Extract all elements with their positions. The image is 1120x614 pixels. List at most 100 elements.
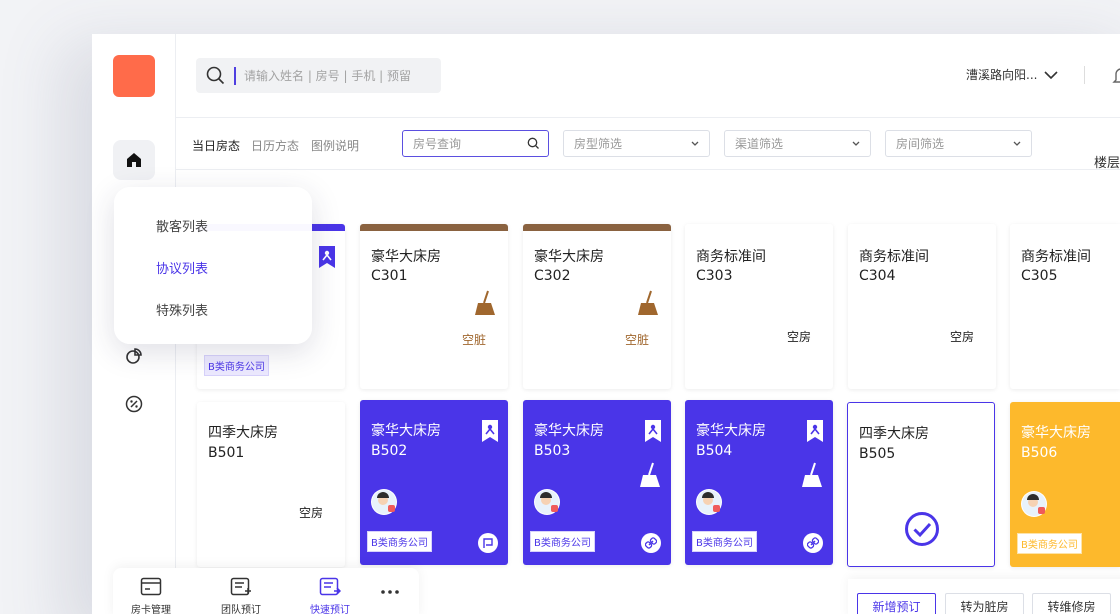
- room-type: 豪华大床房: [696, 423, 766, 439]
- bookmark-icon: [319, 246, 335, 272]
- room-number: C304: [859, 268, 896, 284]
- company-tag: B类商务公司: [367, 531, 432, 552]
- company-tag: B类商务公司: [1017, 533, 1082, 554]
- status-bar: [523, 224, 671, 231]
- room-label: 房间筛选: [896, 137, 945, 151]
- mark-maintenance-button[interactable]: 转维修房: [1032, 593, 1111, 614]
- menu-item-special-list[interactable]: 特殊列表: [156, 300, 208, 319]
- room-card-b506[interactable]: 豪华大床房 B506 B类商务公司: [1010, 402, 1120, 567]
- room-number: C302: [534, 268, 571, 284]
- room-card-b503[interactable]: 豪华大床房 B503 B类商务公司: [523, 400, 671, 565]
- room-select[interactable]: 房间筛选: [885, 130, 1032, 157]
- room-type: 豪华大床房: [534, 249, 604, 265]
- global-search[interactable]: [196, 58, 441, 93]
- room-type: 商务标准间: [1021, 249, 1091, 265]
- room-status: 空房: [786, 330, 811, 344]
- company-tag: B类商务公司: [530, 531, 595, 552]
- room-type-label: 房型筛选: [574, 137, 623, 151]
- room-card-c303[interactable]: 商务标准间 C303 空房: [685, 224, 833, 389]
- broom-icon: [637, 290, 659, 320]
- room-number: B501: [208, 445, 245, 461]
- chevron-down-icon: [852, 141, 860, 146]
- nav-label: 团队预订: [221, 605, 261, 614]
- status-bar: [360, 224, 508, 231]
- filter-bar: 当日房态 日历方态 图例说明 房号查询 房型筛选 渠道筛选 房间筛选: [176, 118, 1120, 170]
- more-icon[interactable]: [379, 582, 401, 601]
- room-type: 商务标准间: [696, 249, 766, 265]
- tab-today-status[interactable]: 当日房态: [192, 137, 240, 154]
- room-query-placeholder: 房号查询: [413, 137, 462, 151]
- room-card-b505[interactable]: 四季大床房 B505: [847, 402, 995, 567]
- bookmark-icon: [482, 420, 498, 446]
- menu-item-walkin-list[interactable]: 散客列表: [156, 216, 208, 235]
- room-number: B503: [534, 443, 571, 459]
- link-icon[interactable]: [641, 533, 661, 553]
- guest-avatar: [534, 489, 560, 515]
- nav-label: 快速预订: [310, 605, 350, 614]
- nav-group-booking[interactable]: 团队预订: [206, 577, 276, 614]
- room-card-b501[interactable]: 四季大床房 B501 空房: [197, 402, 345, 567]
- bell-icon[interactable]: [1112, 66, 1120, 90]
- list-dropdown: 散客列表 协议列表 特殊列表: [114, 187, 312, 344]
- room-type: 豪华大床房: [534, 423, 604, 439]
- room-card-c305[interactable]: 商务标准间 C305: [1010, 224, 1120, 389]
- room-status: 空脏: [461, 333, 486, 347]
- nav-quick-booking[interactable]: 快速预订: [295, 577, 365, 614]
- company-tag: B类商务公司: [692, 531, 757, 552]
- hotel-name: 漕溪路向阳...: [966, 68, 1038, 82]
- flag-icon[interactable]: [478, 533, 498, 553]
- tab-legend[interactable]: 图例说明: [311, 137, 359, 154]
- room-card-c301[interactable]: 豪华大床房 C301 空脏: [360, 224, 508, 389]
- form-icon: [230, 577, 251, 596]
- company-tag: B类商务公司: [204, 355, 269, 376]
- room-number: C301: [371, 268, 408, 284]
- chevron-down-icon: [691, 141, 699, 146]
- discount-icon[interactable]: [113, 384, 155, 424]
- logo: [113, 55, 155, 97]
- room-number: B504: [696, 443, 733, 459]
- home-icon[interactable]: [113, 140, 155, 180]
- room-query-input[interactable]: 房号查询: [402, 130, 549, 157]
- search-icon: [527, 137, 539, 149]
- mark-dirty-button[interactable]: 转为脏房: [945, 593, 1024, 614]
- divider: [1084, 66, 1085, 84]
- room-number: C303: [696, 268, 733, 284]
- hotel-selector[interactable]: 漕溪路向阳...: [966, 66, 1059, 83]
- room-type: 四季大床房: [208, 425, 278, 441]
- room-card-b504[interactable]: 豪华大床房 B504 B类商务公司: [685, 400, 833, 565]
- guest-avatar: [371, 489, 397, 515]
- nav-room-card[interactable]: 房卡管理: [116, 577, 186, 614]
- room-card-b502[interactable]: 豪华大床房 B502 B类商务公司: [360, 400, 508, 565]
- chevron-down-icon: [1013, 141, 1021, 146]
- room-type-select[interactable]: 房型筛选: [563, 130, 710, 157]
- room-number: C305: [1021, 268, 1058, 284]
- broom-icon: [474, 290, 496, 320]
- room-number: B502: [371, 443, 408, 459]
- action-bar: 新增预订 转为脏房 转维修房: [848, 579, 1120, 614]
- room-type: 四季大床房: [859, 426, 929, 442]
- bookmark-icon: [645, 420, 661, 446]
- new-booking-button[interactable]: 新增预订: [857, 593, 936, 614]
- card-icon: [140, 577, 162, 596]
- room-card-c302[interactable]: 豪华大床房 C302 空脏: [523, 224, 671, 389]
- link-icon[interactable]: [803, 533, 823, 553]
- chevron-down-icon: [1044, 70, 1059, 79]
- broom-icon: [639, 462, 661, 492]
- bottom-nav: 房卡管理 团队预订 快速预订: [113, 568, 419, 614]
- room-type: 豪华大床房: [371, 423, 441, 439]
- check-circle-icon: [904, 511, 940, 551]
- room-status: 空房: [949, 330, 974, 344]
- tab-calendar-status[interactable]: 日历方态: [251, 137, 299, 154]
- guest-avatar: [1021, 491, 1047, 517]
- bookmark-icon: [807, 420, 823, 446]
- room-number: B506: [1021, 445, 1058, 461]
- menu-item-agreement-list[interactable]: 协议列表: [156, 258, 208, 277]
- room-card-c304[interactable]: 商务标准间 C304 空房: [848, 224, 996, 389]
- room-type: 商务标准间: [859, 249, 929, 265]
- channel-select[interactable]: 渠道筛选: [724, 130, 871, 157]
- floor-label: 楼层: [1093, 156, 1120, 171]
- broom-icon: [801, 462, 823, 492]
- guest-avatar: [696, 489, 722, 515]
- search-input[interactable]: [244, 68, 434, 83]
- room-type: 豪华大床房: [371, 249, 441, 265]
